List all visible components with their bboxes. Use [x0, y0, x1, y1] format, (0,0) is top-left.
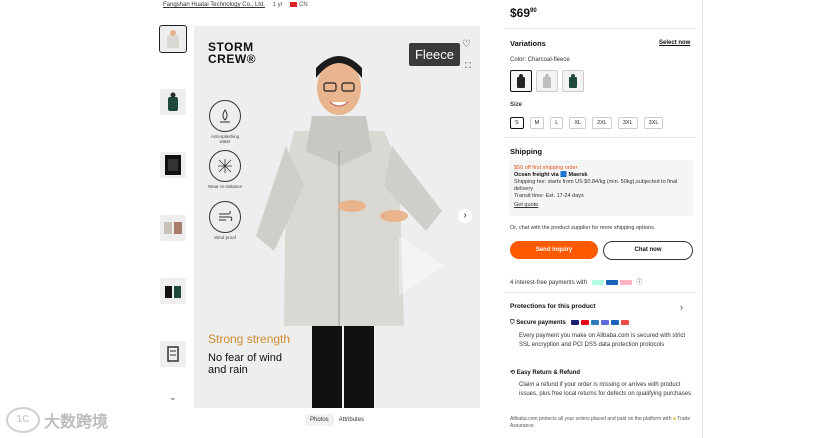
color-swatch-charcoal[interactable] — [510, 70, 532, 92]
chevron-down-icon[interactable]: ⌄ — [169, 392, 177, 403]
brand-logo: STORM CREW® — [208, 40, 257, 66]
paypal-small-logo-icon — [610, 320, 619, 325]
price-cents: 90 — [530, 8, 537, 14]
trade-assurance-note: Alibaba.com protects all your orders pla… — [510, 416, 698, 430]
shield-icon: ⛉ — [510, 320, 515, 327]
applepay-logo-icon — [600, 320, 609, 325]
thumbnail-6[interactable] — [160, 341, 186, 367]
divider — [504, 137, 697, 138]
secure-payments-label: Secure payments — [516, 320, 566, 327]
shipping-method: Ocean freight via 🟦 Maersk — [514, 172, 588, 178]
thumbnail-5[interactable] — [160, 278, 186, 304]
divider — [504, 292, 697, 293]
feature-water-label: Anti-splashing water — [210, 134, 240, 144]
thumbnail-3[interactable] — [160, 152, 186, 178]
installments-text: 4 interest-free payments with — [510, 280, 588, 286]
other-pay-logo-icon — [620, 320, 629, 325]
bnpl-logos — [591, 279, 632, 285]
tab-attributes[interactable]: Attributes — [334, 414, 369, 426]
feature-wind-label: Wind proof — [214, 235, 236, 240]
subline-text: No fear of wind and rain — [208, 352, 282, 376]
info-icon[interactable]: ⓘ — [636, 280, 642, 286]
size-options: S M L XL 2XL 3XL 3XL — [510, 117, 664, 129]
supplier-country: CN — [299, 2, 308, 9]
headline-text: Strong strength — [208, 332, 291, 346]
klarna-logo-icon — [619, 279, 632, 285]
supplier-link[interactable]: Fangshan Huatai Technology Co., Ltd. — [163, 2, 265, 8]
wind-icon — [209, 201, 241, 233]
country-flag-icon — [290, 2, 298, 7]
thumbnail-1[interactable] — [159, 25, 187, 53]
supplier-line: Fangshan Huatai Technology Co., Ltd. 1 y… — [163, 2, 308, 8]
tab-photos[interactable]: Photos — [305, 414, 334, 426]
select-now-link[interactable]: Select now — [659, 40, 690, 46]
chevron-right-icon[interactable]: › — [680, 302, 683, 312]
price-main: $69 — [510, 6, 531, 20]
size-option[interactable]: M — [529, 117, 545, 129]
get-quote-link[interactable]: Get quote — [509, 202, 693, 209]
thumbnail-4[interactable] — [160, 215, 186, 241]
trade-assurance-text: Alibaba.com protects all your orders pla… — [510, 416, 672, 422]
return-icon: ⟲ — [510, 370, 516, 376]
gallery-tabs: Photos Attributes — [305, 414, 369, 426]
size-option[interactable]: S — [510, 117, 524, 129]
size-option[interactable]: 3XL — [643, 117, 664, 129]
feature-wind: Wind proof — [208, 201, 242, 240]
divider — [504, 28, 697, 29]
color-swatches — [510, 70, 584, 92]
price: $6990 — [510, 6, 537, 20]
feature-wear: Wear re-sistance — [208, 150, 242, 189]
panel-divider — [702, 0, 703, 438]
shipping-transit: Transit time: Est. 17-24 days — [514, 193, 584, 199]
trade-assurance-badge-icon: ● — [672, 416, 676, 422]
color-swatch-gray[interactable] — [536, 70, 558, 92]
shipping-box: $50 off first shipping order Ocean freig… — [509, 160, 693, 216]
thumbnail-2[interactable] — [160, 89, 186, 115]
thumbnail-strip — [159, 25, 190, 404]
feature-wear-label: Wear re-sistance — [208, 184, 242, 189]
watermark: 1C 大数跨境 — [6, 407, 108, 433]
shipping-title: Shipping — [510, 147, 543, 156]
purchase-panel: $6990 Variations Select now Color: Charc… — [500, 0, 705, 438]
secure-payments-body: Every payment you make on Alibaba.com is… — [519, 333, 686, 348]
easy-return-body: Claim a refund if your order is missing … — [519, 382, 692, 397]
card-logos — [570, 320, 629, 325]
paypal-logo-icon — [605, 279, 618, 285]
easy-return-title: ⟲ Easy Return & Refund — [510, 369, 580, 376]
visa-logo-icon — [570, 320, 579, 325]
chat-now-button[interactable]: Chat now — [603, 241, 693, 260]
size-option[interactable]: L — [550, 117, 564, 129]
fleece-tag: Fleece — [408, 43, 460, 66]
mastercard-logo-icon — [580, 320, 589, 325]
secure-payments-title: ⛉ Secure payments — [510, 320, 629, 327]
supplier-years: 1 yr — [272, 2, 283, 9]
mesh-icon — [209, 150, 241, 182]
shipping-promo: $50 off first shipping order — [514, 165, 578, 171]
next-image-chevron-icon[interactable]: › — [458, 209, 472, 223]
installments: 4 interest-free payments with ⓘ — [510, 277, 642, 286]
product-page: Fangshan Huatai Technology Co., Ltd. 1 y… — [0, 0, 836, 438]
amex-logo-icon — [590, 320, 599, 325]
afterpay-logo-icon — [591, 279, 604, 285]
main-product-image[interactable]: STORM CREW® Anti-splashing water Wear re-… — [194, 26, 480, 408]
size-option[interactable]: XL — [569, 117, 587, 129]
easy-return-label: Easy Return & Refund — [516, 370, 581, 376]
water-drop-icon — [209, 100, 241, 132]
shipping-chat-note: Or, chat with the product supplier for m… — [510, 225, 656, 231]
size-title: Size — [510, 102, 523, 108]
size-option[interactable]: 3XL — [617, 117, 638, 129]
protections-title: Protections for this product — [510, 303, 596, 310]
send-inquiry-button[interactable]: Send inquiry — [510, 241, 598, 259]
favorite-heart-icon[interactable]: ♡ — [462, 39, 471, 50]
feature-water: Anti-splashing water — [208, 100, 242, 144]
variations-title: Variations — [510, 39, 546, 48]
color-label: Color: Charcoal-fleece — [510, 57, 570, 63]
zoom-icon[interactable]: ⛶ — [465, 61, 471, 71]
watermark-text: 大数跨境 — [44, 414, 109, 431]
watermark-logo: 1C — [6, 407, 40, 433]
shipping-fee: Shipping fee: starts from US $0.84/kg (m… — [514, 179, 678, 192]
size-option[interactable]: 2XL — [592, 117, 612, 129]
color-swatch-green[interactable] — [562, 70, 584, 92]
